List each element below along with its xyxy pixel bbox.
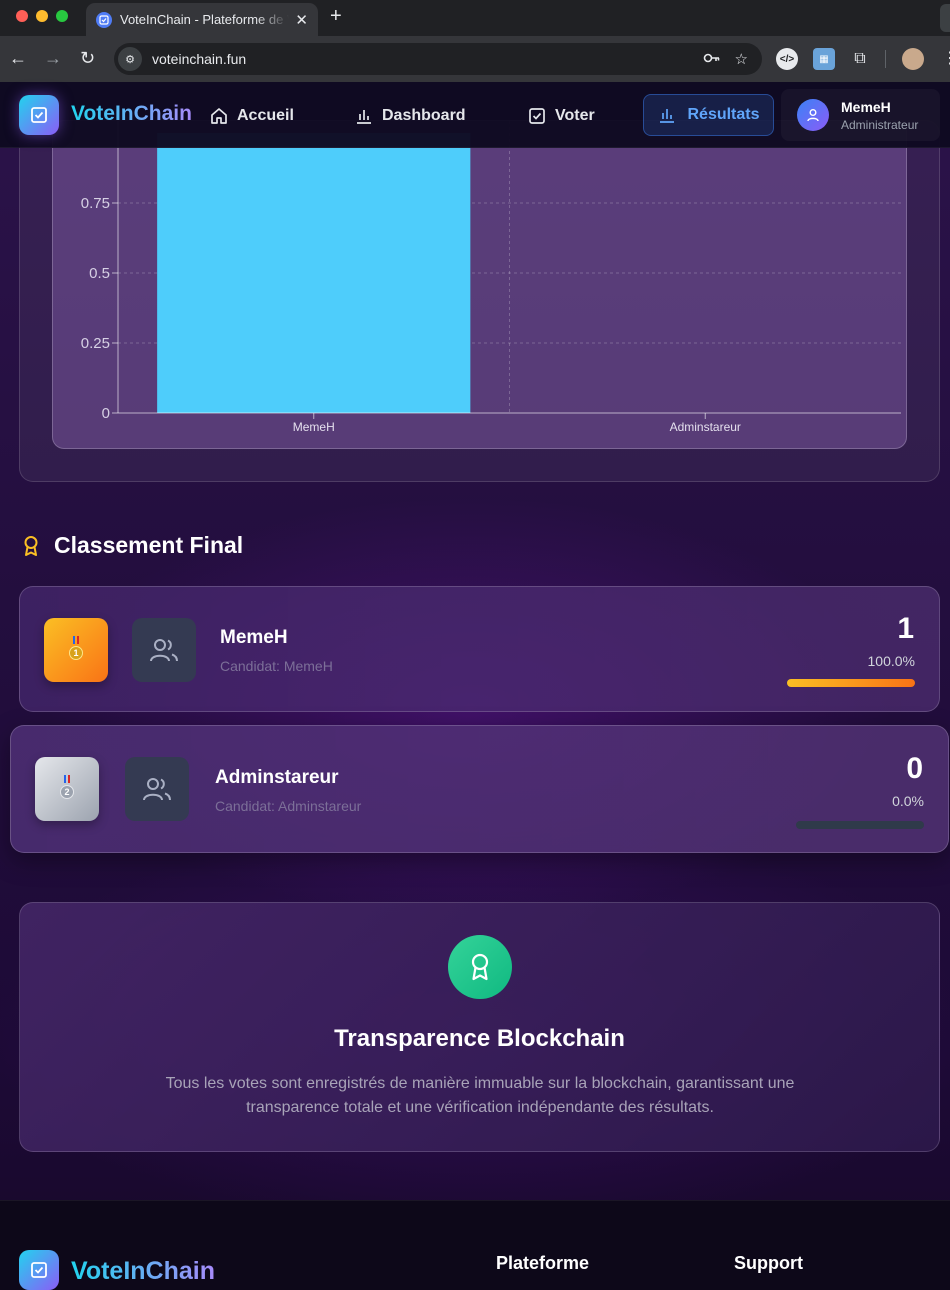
key-icon[interactable] xyxy=(703,51,721,68)
tab-close-icon[interactable]: ✕ xyxy=(295,11,308,29)
medal-rank: 1 xyxy=(69,646,83,660)
footer-logo-icon[interactable] xyxy=(19,1250,59,1290)
logo-icon[interactable] xyxy=(19,95,59,135)
vote-progress-bar xyxy=(796,821,924,829)
ranking-card-2[interactable]: 2 Adminstareur Candidat: Adminstareur 0 … xyxy=(10,725,949,853)
home-icon xyxy=(211,108,227,124)
footer-heading-plateforme: Plateforme xyxy=(496,1253,590,1273)
results-chart-icon xyxy=(660,109,675,123)
user-avatar-icon xyxy=(797,99,829,131)
x-tick-label: MemeH xyxy=(293,420,335,434)
nav-voter[interactable]: Voter xyxy=(527,103,595,129)
user-name: MemeH xyxy=(841,99,891,115)
vote-progress-fill xyxy=(787,679,915,687)
vote-count: 1 xyxy=(897,612,914,645)
profile-avatar-icon[interactable] xyxy=(902,48,924,70)
candidate-users-icon xyxy=(125,757,189,821)
address-bar[interactable]: ⚙ voteinchain.fun ☆ xyxy=(114,43,762,75)
brand-name[interactable]: VoteInChain xyxy=(71,102,192,126)
vote-percent: 100.0% xyxy=(867,653,915,669)
tab-title: VoteInChain - Plateforme de Vote xyxy=(120,12,289,27)
nav-dashboard[interactable]: Dashboard xyxy=(354,103,466,129)
transparency-title: Transparence Blockchain xyxy=(334,1025,625,1052)
y-tick-label: 0 xyxy=(102,405,110,422)
footer-brand-name[interactable]: VoteInChain xyxy=(71,1257,215,1286)
candidate-subtitle: Candidat: MemeH xyxy=(220,658,333,674)
gold-medal-icon: 1 xyxy=(44,618,108,682)
footer-heading-support: Support xyxy=(734,1253,803,1273)
close-window-button[interactable] xyxy=(16,10,28,22)
site-header: VoteInChain Accueil Dashboard Voter Résu… xyxy=(0,82,950,148)
award-icon xyxy=(24,535,38,556)
candidate-name: MemeH xyxy=(220,627,288,648)
back-icon[interactable]: ← xyxy=(9,48,27,69)
bookmark-star-icon[interactable]: ☆ xyxy=(735,50,748,68)
extension-icon[interactable]: ▦ xyxy=(813,48,835,70)
medal-ribbon xyxy=(64,775,70,783)
medal-rank: 2 xyxy=(60,785,74,799)
forward-icon[interactable]: → xyxy=(44,48,62,69)
minimize-window-button[interactable] xyxy=(36,10,48,22)
nav-accueil[interactable]: Accueil xyxy=(209,103,294,129)
browser-tab-bar: VoteInChain - Plateforme de Vote ✕ + xyxy=(0,0,950,36)
nav-resultats-label: Résultats xyxy=(687,106,760,123)
y-tick-label: 0.75 xyxy=(81,195,110,212)
results-chart: 0 0.25 0.5 0.75 MemeH Adminstareur xyxy=(52,120,907,449)
maximize-window-button[interactable] xyxy=(56,10,68,22)
devtools-extension-icon[interactable]: </> xyxy=(776,48,798,70)
nav-dashboard-label: Dashboard xyxy=(382,107,466,124)
ranking-title: Classement Final xyxy=(54,532,244,558)
ranking-heading: Classement Final xyxy=(22,532,243,559)
url-text[interactable]: voteinchain.fun xyxy=(152,51,703,67)
ranking-card-1[interactable]: 1 MemeH Candidat: MemeH 1 100.0% xyxy=(19,586,940,712)
menu-kebab-icon[interactable]: ⋮ xyxy=(942,48,950,68)
site-info-icon[interactable]: ⚙ xyxy=(118,47,142,71)
user-menu[interactable]: MemeH Administrateur xyxy=(781,89,940,141)
bar-memeh xyxy=(157,133,471,413)
candidate-name: Adminstareur xyxy=(215,767,339,788)
browser-tab[interactable]: VoteInChain - Plateforme de Vote ✕ xyxy=(86,3,318,36)
favicon-icon xyxy=(96,11,112,28)
y-tick-label: 0.25 xyxy=(81,335,110,352)
browser-toolbar: ← → ↻ ⚙ voteinchain.fun ☆ </> ▦ ⧉ ⋮ xyxy=(0,36,950,82)
candidate-users-icon xyxy=(132,618,196,682)
new-tab-icon[interactable]: + xyxy=(330,5,342,28)
site-footer: VoteInChain Plateforme Support xyxy=(0,1200,950,1290)
reload-icon[interactable]: ↻ xyxy=(80,48,95,69)
vote-count: 0 xyxy=(906,752,923,785)
x-tick-label: Adminstareur xyxy=(670,420,741,434)
medal-ribbon xyxy=(73,636,79,644)
nav-accueil-label: Accueil xyxy=(237,107,294,124)
silver-medal-icon: 2 xyxy=(35,757,99,821)
y-tick-label: 0.5 xyxy=(89,265,110,282)
bar-chart-svg: 0 0.25 0.5 0.75 MemeH Adminstareur xyxy=(81,121,901,434)
user-role: Administrateur xyxy=(841,118,919,132)
vote-progress-bar xyxy=(787,679,915,687)
vote-percent: 0.0% xyxy=(892,793,924,809)
candidate-subtitle: Candidat: Adminstareur xyxy=(215,798,362,814)
transparency-text: Tous les votes sont enregistrés de maniè… xyxy=(165,1075,795,1116)
vote-check-icon xyxy=(529,108,545,124)
tab-search-button[interactable] xyxy=(940,4,950,32)
toolbar-divider xyxy=(885,50,886,68)
award-badge-icon xyxy=(448,935,512,999)
puzzle-icon[interactable]: ⧉ xyxy=(849,48,871,70)
nav-resultats[interactable]: Résultats xyxy=(643,94,774,136)
nav-voter-label: Voter xyxy=(555,107,595,124)
bar-chart-icon xyxy=(357,110,371,124)
transparency-card: Transparence Blockchain Tous les votes s… xyxy=(19,902,940,1152)
